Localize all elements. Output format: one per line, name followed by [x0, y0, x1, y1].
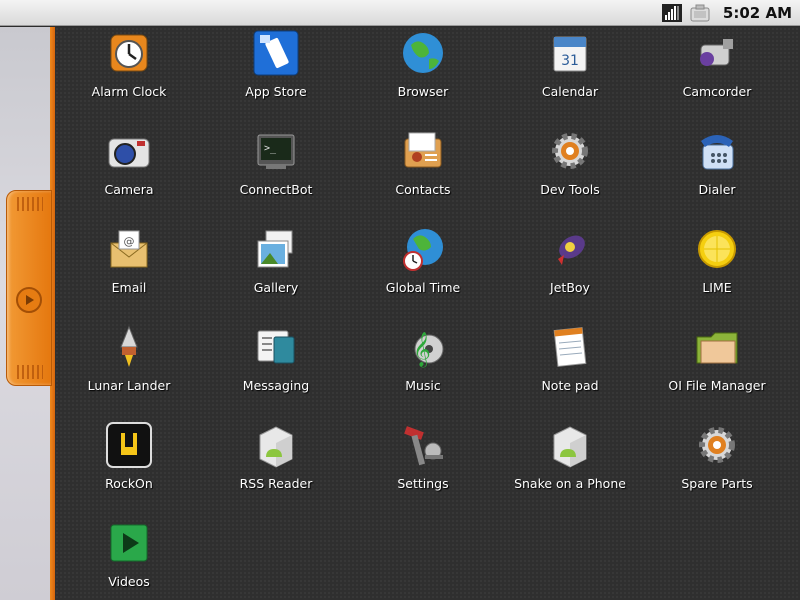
grip-lines [17, 365, 43, 379]
app-gallery[interactable]: Gallery [203, 223, 349, 321]
app-dev-tools[interactable]: Dev Tools [497, 125, 643, 223]
app-browser[interactable]: Browser [350, 27, 496, 125]
messaging-icon [252, 323, 300, 371]
rocket-icon [546, 225, 594, 273]
app-alarm-clock[interactable]: Alarm Clock [56, 27, 202, 125]
app-store-icon [252, 29, 300, 77]
app-camera[interactable]: Camera [56, 125, 202, 223]
grip-lines [17, 197, 43, 211]
calendar-icon: 31 [546, 29, 594, 77]
play-icon [105, 519, 153, 567]
gear-icon [693, 421, 741, 469]
alarm-clock-icon [105, 29, 153, 77]
app-videos[interactable]: Videos [56, 517, 202, 600]
app-snake-on-a-phone[interactable]: Snake on a Phone [497, 419, 643, 517]
status-clock: 5:02 AM [722, 3, 792, 22]
status-bar: 5:02 AM [0, 0, 800, 26]
notepad-icon [546, 323, 594, 371]
app-messaging[interactable]: Messaging [203, 321, 349, 419]
app-connectbot[interactable]: >_ ConnectBot [203, 125, 349, 223]
svg-text:31: 31 [561, 53, 579, 69]
app-global-time[interactable]: Global Time [350, 223, 496, 321]
android-box-icon [252, 421, 300, 469]
folder-icon [693, 323, 741, 371]
app-lime[interactable]: LIME [644, 223, 790, 321]
app-calendar[interactable]: 31 Calendar [497, 27, 643, 125]
svg-text:>_: >_ [264, 143, 277, 154]
settings-icon [399, 421, 447, 469]
drawer-toggle-icon[interactable] [16, 287, 42, 313]
app-settings[interactable]: Settings [350, 419, 496, 517]
android-box-icon [546, 421, 594, 469]
app-contacts[interactable]: Contacts [350, 125, 496, 223]
gallery-icon [252, 225, 300, 273]
lime-icon [693, 225, 741, 273]
app-note-pad[interactable]: Note pad [497, 321, 643, 419]
app-jetboy[interactable]: JetBoy [497, 223, 643, 321]
app-oi-file-manager[interactable]: OI File Manager [644, 321, 790, 419]
browser-icon [399, 29, 447, 77]
contacts-icon [399, 127, 447, 175]
gear-icon [546, 127, 594, 175]
app-email[interactable]: @ Email [56, 223, 202, 321]
email-icon: @ [105, 225, 153, 273]
rockon-icon [105, 421, 153, 469]
app-camcorder[interactable]: Camcorder [644, 27, 790, 125]
camcorder-icon [693, 29, 741, 77]
battery-icon [689, 3, 711, 23]
app-drawer: Alarm Clock App Store Browser 31 Calenda… [55, 27, 800, 600]
svg-text:𝄞: 𝄞 [413, 332, 431, 368]
signal-icon [661, 3, 683, 23]
camera-icon [105, 127, 153, 175]
app-music[interactable]: 𝄞 Music [350, 321, 496, 419]
globe-clock-icon [399, 225, 447, 273]
drawer-handle[interactable] [6, 190, 52, 386]
music-icon: 𝄞 [399, 323, 447, 371]
app-spare-parts[interactable]: Spare Parts [644, 419, 790, 517]
app-app-store[interactable]: App Store [203, 27, 349, 125]
lander-icon [105, 323, 153, 371]
phone-icon [693, 127, 741, 175]
app-lunar-lander[interactable]: Lunar Lander [56, 321, 202, 419]
app-rockon[interactable]: RockOn [56, 419, 202, 517]
terminal-icon: >_ [252, 127, 300, 175]
app-dialer[interactable]: Dialer [644, 125, 790, 223]
svg-text:@: @ [124, 235, 135, 248]
app-rss-reader[interactable]: RSS Reader [203, 419, 349, 517]
